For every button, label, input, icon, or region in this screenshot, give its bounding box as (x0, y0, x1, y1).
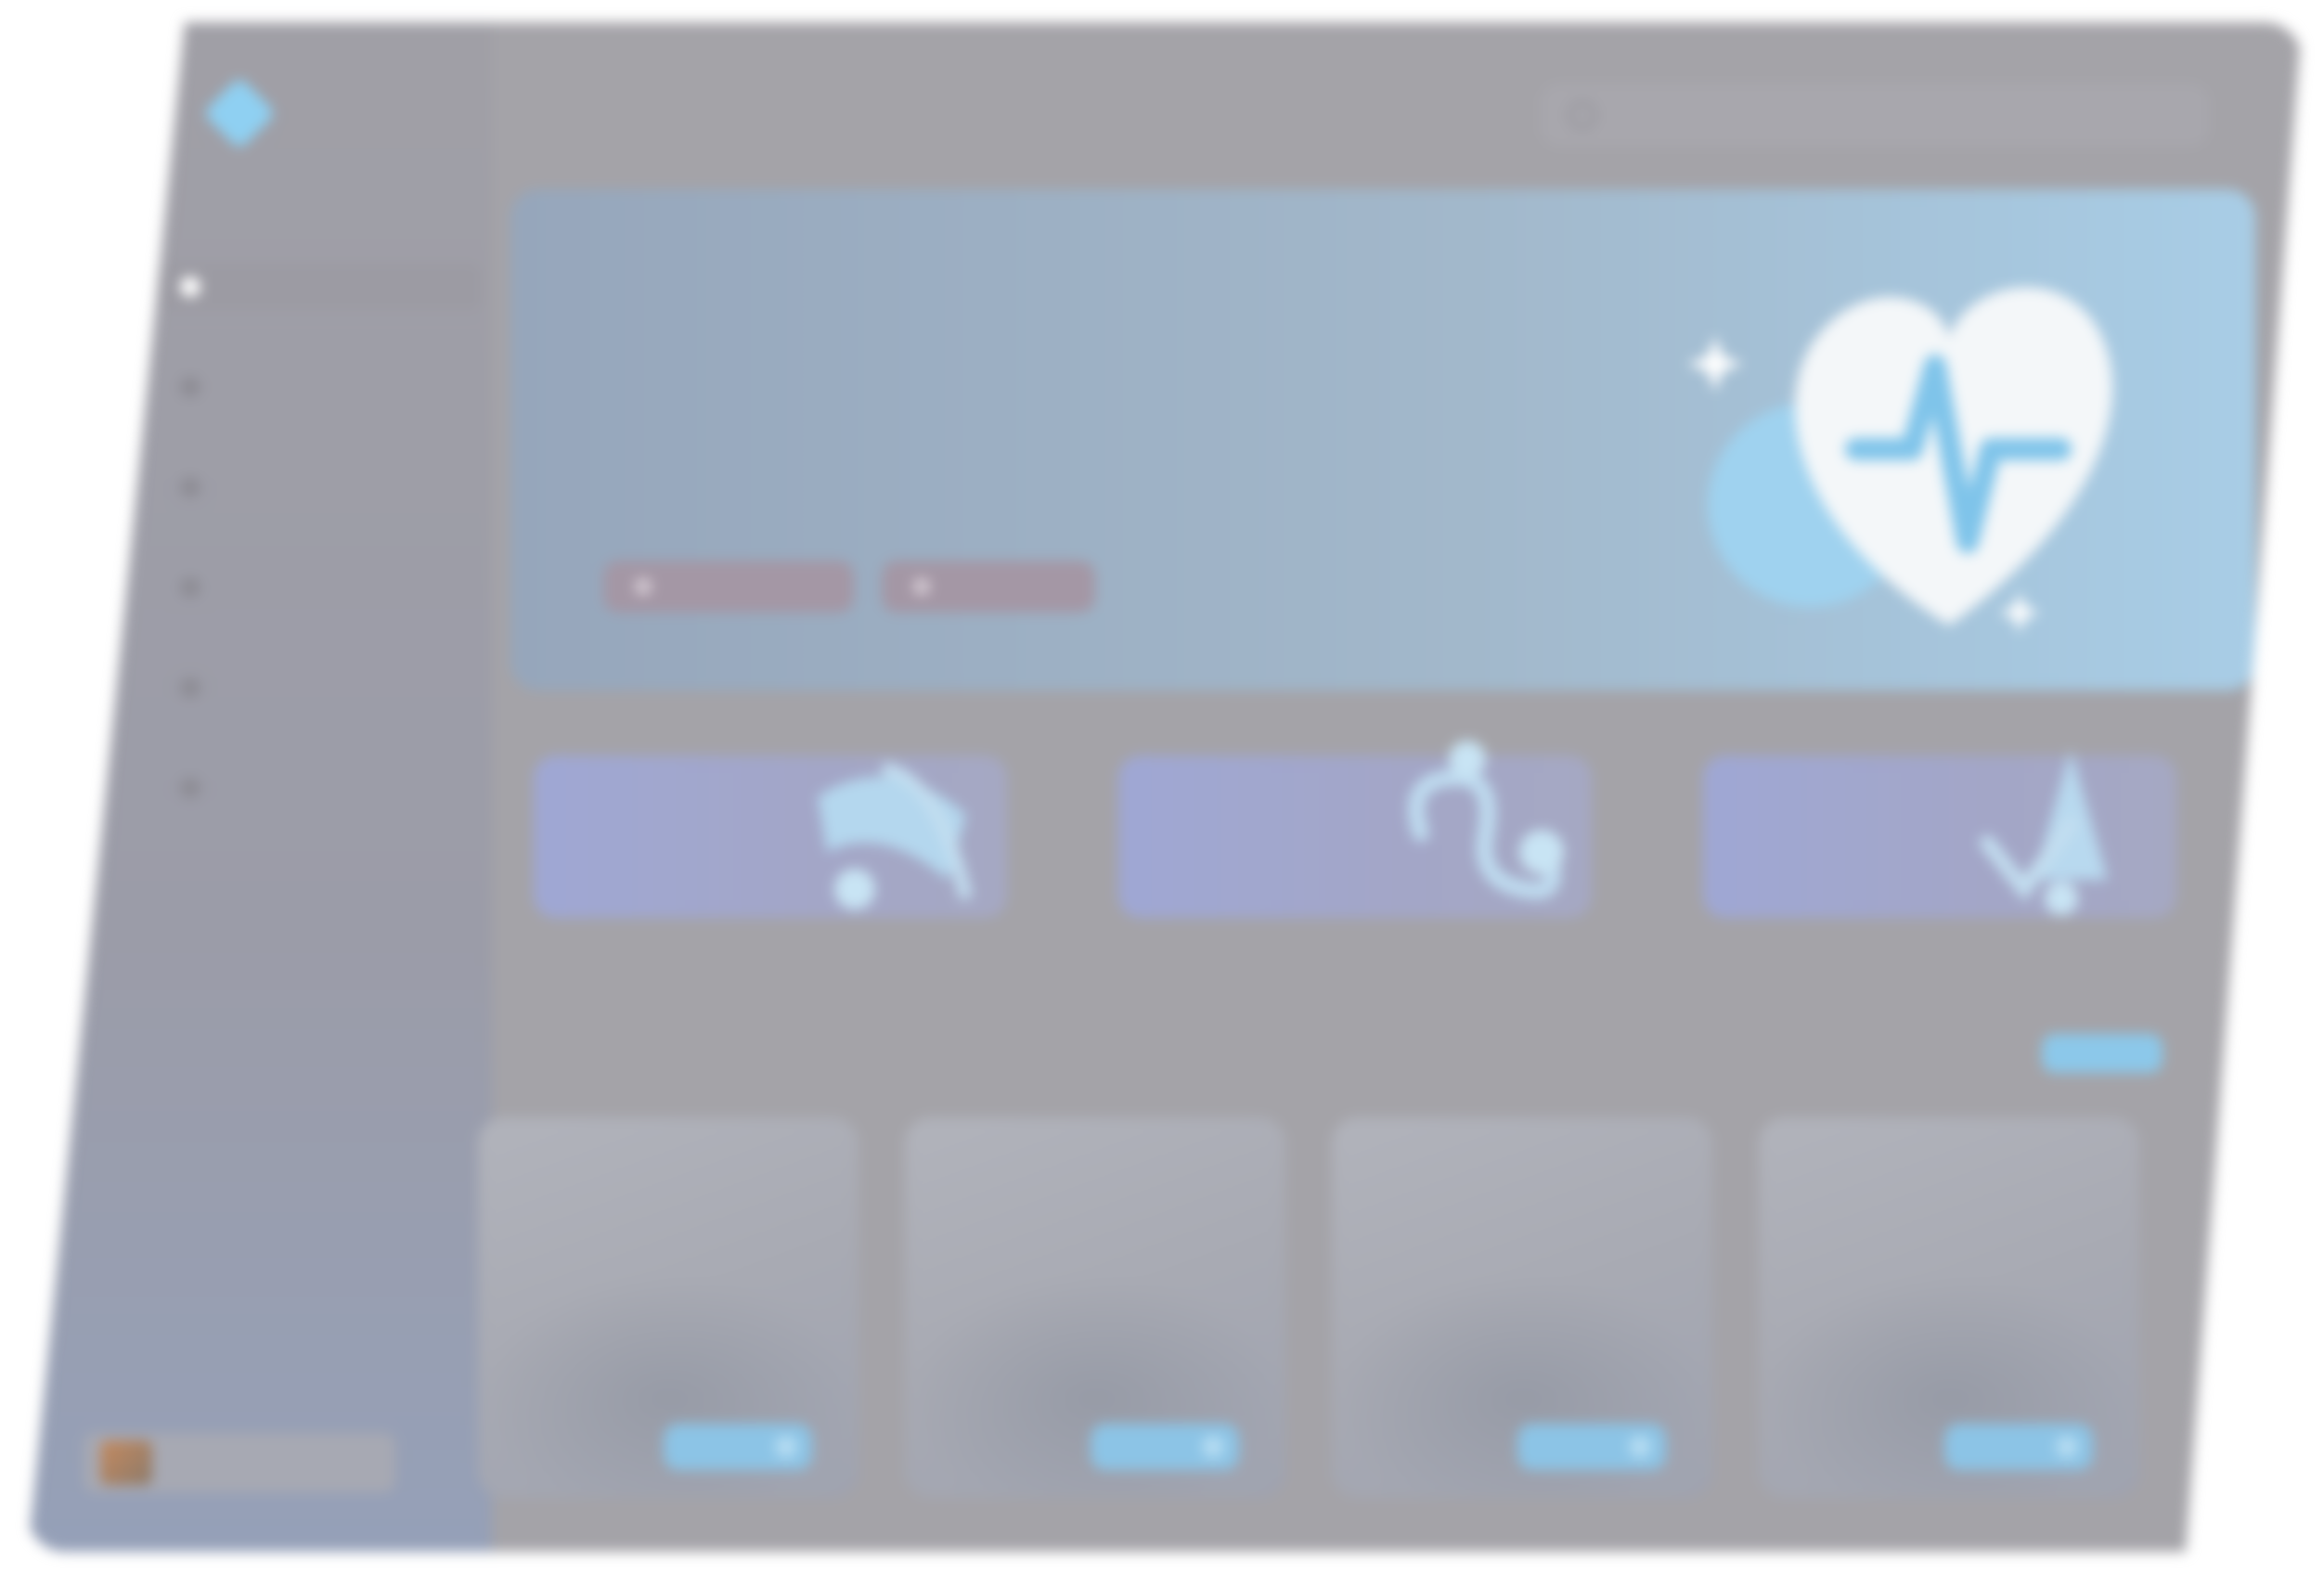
grid-icon (180, 377, 200, 397)
sidebar-item-3[interactable] (158, 464, 481, 510)
sidebar (28, 22, 492, 1552)
top-bar (548, 78, 2209, 161)
premium-banner (510, 189, 2255, 690)
brand-logo[interactable] (202, 76, 288, 150)
category-button[interactable] (1517, 1424, 1666, 1470)
stethoscope-illustration (1408, 741, 1564, 899)
heart-icon (180, 577, 200, 598)
category-button[interactable] (1091, 1424, 1239, 1470)
app-window (28, 22, 2302, 1552)
category-button[interactable] (664, 1424, 812, 1470)
flask-illustration (1980, 750, 2108, 915)
sidebar-promo-card[interactable] (84, 1433, 395, 1492)
sidebar-item-6[interactable] (158, 765, 481, 811)
category-card[interactable] (1759, 1117, 2139, 1498)
sidebar-nav (158, 264, 481, 811)
sidebar-item-home[interactable] (158, 264, 481, 310)
arrow-right-icon (775, 1436, 797, 1458)
arrow-right-icon (635, 578, 652, 595)
category-card[interactable] (478, 1117, 859, 1498)
arrow-right-icon (913, 578, 930, 595)
chat-icon (180, 677, 200, 698)
screen (0, 0, 2324, 1574)
home-icon (180, 277, 200, 297)
arrow-right-icon (2056, 1436, 2078, 1458)
feature-card[interactable] (1703, 750, 2176, 918)
banner-primary-button[interactable] (603, 561, 854, 613)
feature-card[interactable] (1118, 741, 1592, 918)
category-card[interactable] (905, 1117, 1285, 1498)
sidebar-item-5[interactable] (158, 664, 481, 711)
search-input[interactable] (1541, 84, 2209, 147)
heart-pulse-illustration (1671, 226, 2153, 653)
settings-icon (180, 778, 200, 798)
category-button[interactable] (1944, 1424, 2093, 1470)
arrow-right-icon (1629, 1436, 1651, 1458)
sidebar-item-4[interactable] (158, 564, 481, 611)
banner-secondary-button[interactable] (882, 561, 1095, 613)
stethoscope-illustration (818, 762, 973, 910)
search-icon (1569, 101, 1596, 129)
promo-image (100, 1440, 152, 1485)
feature-card[interactable] (534, 755, 1007, 918)
logo-icon (202, 76, 277, 150)
categories-header (510, 1015, 900, 1034)
see-all-button[interactable] (2042, 1034, 2163, 1073)
calendar-icon (180, 477, 200, 497)
sidebar-item-2[interactable] (158, 364, 481, 410)
category-card[interactable] (1332, 1117, 1712, 1498)
arrow-right-icon (1202, 1436, 1224, 1458)
